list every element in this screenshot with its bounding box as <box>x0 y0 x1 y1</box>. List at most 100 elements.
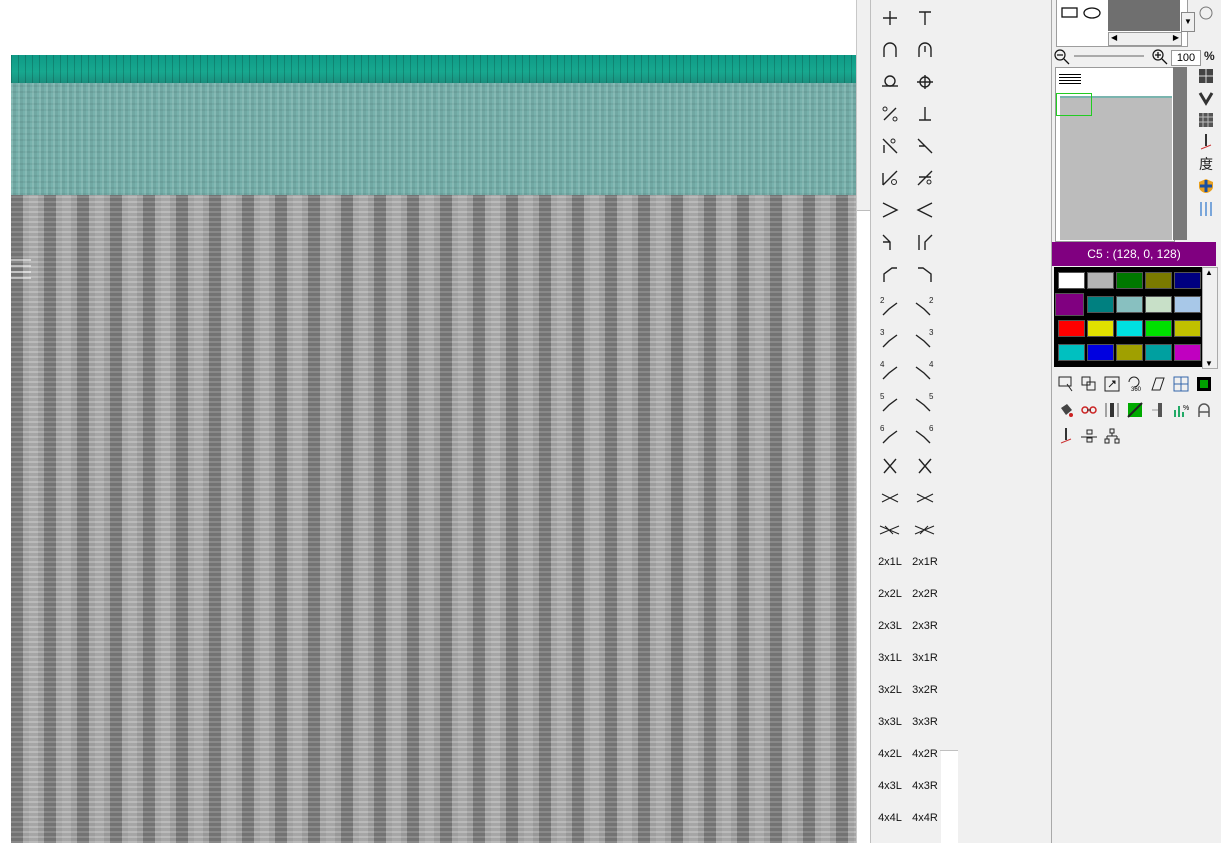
cross-3-left-icon[interactable] <box>874 515 906 545</box>
arch-dot-stitch-icon[interactable] <box>909 35 941 65</box>
cable-3x3l-button[interactable]: 3x3L <box>874 707 906 737</box>
chevron-down-icon[interactable]: ▼ <box>1205 359 1213 368</box>
preview-scrollbar[interactable]: ◀ ▶ <box>1108 32 1182 46</box>
cable-3x3r-button[interactable]: 3x3R <box>909 707 941 737</box>
cable-2-right-icon[interactable]: 2 <box>909 291 941 321</box>
color-swatch[interactable] <box>1087 272 1114 289</box>
cross-1-right-icon[interactable] <box>909 451 941 481</box>
cable-6-left-icon[interactable]: 6 <box>874 419 906 449</box>
degree-icon[interactable]: 度 <box>1196 154 1216 174</box>
greater-than-stitch-icon[interactable] <box>874 195 906 225</box>
cable-2-left-icon[interactable]: 2 <box>874 291 906 321</box>
percent-stitch-icon[interactable] <box>874 99 906 129</box>
link-icon[interactable] <box>1079 400 1099 420</box>
color-swatch[interactable] <box>1116 296 1143 313</box>
zoom-out-icon[interactable] <box>1054 49 1070 65</box>
zoom-value-field[interactable]: 100 <box>1171 50 1201 66</box>
cable-5-left-icon[interactable]: 5 <box>874 387 906 417</box>
color-swatch[interactable] <box>1174 344 1201 361</box>
column-mark-icon[interactable] <box>1102 400 1122 420</box>
circle-line-stitch-icon[interactable] <box>874 67 906 97</box>
slash-loop-right-icon[interactable] <box>909 131 941 161</box>
needle-stitch-icon[interactable] <box>1056 426 1076 446</box>
color-swatch[interactable] <box>1087 320 1114 337</box>
cable-4-left-icon[interactable]: 4 <box>874 355 906 385</box>
color-swatch[interactable] <box>1145 320 1172 337</box>
cable-4-right-icon[interactable]: 4 <box>909 355 941 385</box>
copy-shapes-icon[interactable] <box>1079 374 1099 394</box>
rectangle-shape-icon[interactable] <box>1061 7 1079 19</box>
color-replace-icon[interactable] <box>1125 400 1145 420</box>
plus-stitch-icon[interactable] <box>874 3 906 33</box>
tree-structure-icon[interactable] <box>1102 426 1122 446</box>
cable-4x3l-button[interactable]: 4x3L <box>874 771 906 801</box>
resize-icon[interactable] <box>1102 374 1122 394</box>
color-swatch[interactable] <box>1174 320 1201 337</box>
columns-icon[interactable] <box>1196 198 1216 218</box>
cable-2x2l-button[interactable]: 2x2L <box>874 579 906 609</box>
inverted-t-stitch-icon[interactable] <box>909 99 941 129</box>
cable-2x2r-button[interactable]: 2x2R <box>909 579 941 609</box>
color-swatch[interactable] <box>1058 344 1085 361</box>
chevron-right-icon[interactable]: ▶ <box>1173 33 1179 42</box>
color-swatch[interactable] <box>1174 272 1201 289</box>
tuck-t-stitch-icon[interactable] <box>909 3 941 33</box>
slash-circle-left-icon[interactable] <box>874 163 906 193</box>
shield-icon[interactable] <box>1196 176 1216 196</box>
arch-stitch-icon[interactable] <box>874 35 906 65</box>
arch-a-icon[interactable] <box>1194 400 1214 420</box>
split-grid-icon[interactable] <box>1171 374 1191 394</box>
color-swatch[interactable] <box>1055 293 1084 316</box>
color-swatch[interactable] <box>1116 344 1143 361</box>
cable-1-left-icon[interactable] <box>874 259 906 289</box>
select-cursor-icon[interactable] <box>1056 374 1076 394</box>
needle-icon[interactable] <box>1196 132 1216 152</box>
cable-1-right-icon[interactable] <box>909 259 941 289</box>
pattern-grid-icon[interactable] <box>1196 110 1216 130</box>
cable-4x3r-button[interactable]: 4x3R <box>909 771 941 801</box>
rotate-360-icon[interactable]: 360 <box>1125 374 1145 394</box>
slash-circle-right-icon[interactable] <box>909 163 941 193</box>
chart-percent-icon[interactable]: % <box>1171 400 1191 420</box>
chevron-up-icon[interactable]: ▲ <box>1205 268 1213 277</box>
cable-4x4r-button[interactable]: 4x4R <box>909 803 941 833</box>
chevron-down-icon[interactable]: ▼ <box>1181 12 1195 32</box>
cable-2x1r-button[interactable]: 2x1R <box>909 547 941 577</box>
cross-2-left-icon[interactable] <box>874 483 906 513</box>
color-palette-scrollbar[interactable]: ▲ ▼ <box>1202 267 1218 369</box>
knit-canvas[interactable] <box>11 55 856 843</box>
cable-2x3l-button[interactable]: 2x3L <box>874 611 906 641</box>
cable-3-right-icon[interactable]: 3 <box>909 323 941 353</box>
color-swatch[interactable] <box>1058 320 1085 337</box>
knit-v-icon[interactable] <box>1196 88 1216 108</box>
ellipse-shape-icon[interactable] <box>1082 6 1102 20</box>
scrollbar-thumb[interactable] <box>857 0 870 211</box>
color-swatch[interactable] <box>1087 296 1114 313</box>
slash-loop-left-icon[interactable] <box>874 131 906 161</box>
skew-icon[interactable] <box>1148 374 1168 394</box>
zoom-slider[interactable] <box>1074 55 1144 57</box>
cable-3x1r-button[interactable]: 3x1R <box>909 643 941 673</box>
cable-4x2r-button[interactable]: 4x2R <box>909 739 941 769</box>
chevron-left-icon[interactable]: ◀ <box>1111 33 1117 42</box>
cross-2-right-icon[interactable] <box>909 483 941 513</box>
cable-4x4l-button[interactable]: 4x4L <box>874 803 906 833</box>
grid-icon[interactable] <box>1196 66 1216 86</box>
color-swatch[interactable] <box>1058 272 1085 289</box>
cross-3-right-icon[interactable] <box>909 515 941 545</box>
circle-shape-icon[interactable] <box>1199 6 1213 20</box>
cable-6-right-icon[interactable]: 6 <box>909 419 941 449</box>
color-swatch[interactable] <box>1087 344 1114 361</box>
zoom-in-icon[interactable] <box>1152 49 1168 65</box>
cable-2x3r-button[interactable]: 2x3R <box>909 611 941 641</box>
color-swatch[interactable] <box>1174 296 1201 313</box>
cross-1-left-icon[interactable] <box>874 451 906 481</box>
color-swatch[interactable] <box>1145 344 1172 361</box>
color-swatch[interactable] <box>1145 296 1172 313</box>
color-swatch[interactable] <box>1116 320 1143 337</box>
canvas-scrollbar[interactable] <box>856 0 871 843</box>
circle-cross-stitch-icon[interactable] <box>909 67 941 97</box>
paint-bucket-icon[interactable] <box>1056 400 1076 420</box>
cable-3x1l-button[interactable]: 3x1L <box>874 643 906 673</box>
less-than-stitch-icon[interactable] <box>909 195 941 225</box>
